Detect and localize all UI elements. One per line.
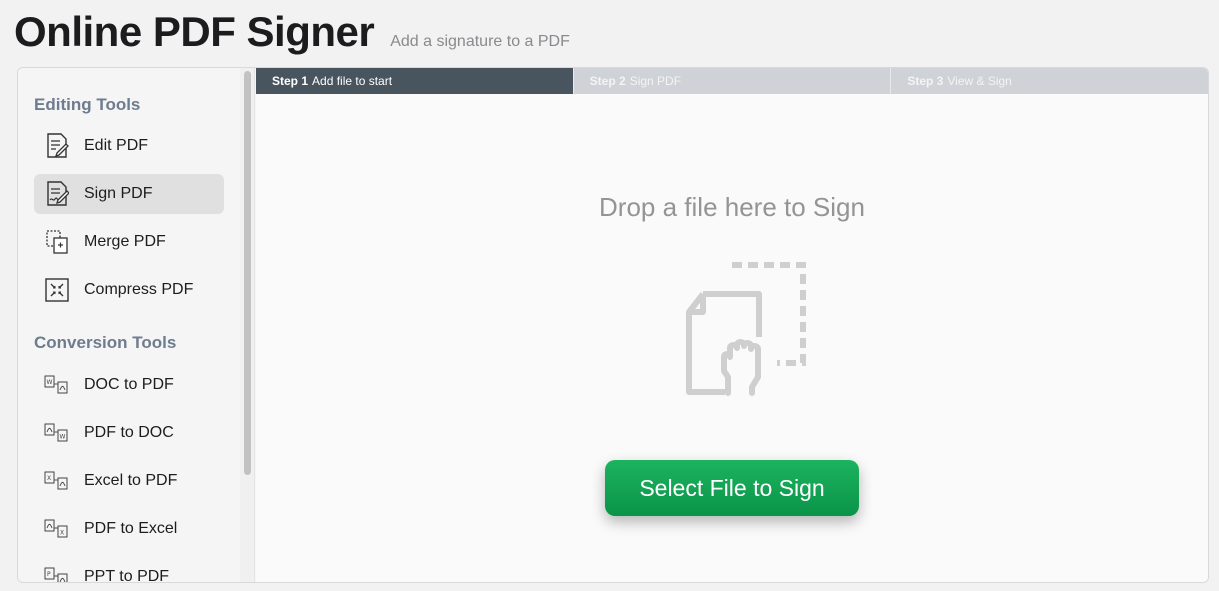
sidebar: Editing Tools Edit PDF Sign PDF Merge PD… [18, 68, 241, 582]
sidebar-scrollbar-thumb[interactable] [244, 71, 251, 475]
sidebar-item-label: PPT to PDF [84, 568, 170, 582]
compress-pdf-icon [44, 277, 70, 303]
step-3: Step 3 View & Sign [891, 68, 1208, 94]
sidebar-item-edit-pdf[interactable]: Edit PDF [34, 126, 224, 166]
step-progress-bar: Step 1 Add file to start Step 2 Sign PDF S… [256, 68, 1208, 94]
page-subtitle: Add a signature to a PDF [390, 33, 570, 50]
step-label: Sign PDF [629, 74, 682, 88]
page-header: Online PDF Signer Add a signature to a P… [14, 8, 570, 60]
sidebar-item-merge-pdf[interactable]: Merge PDF [34, 222, 224, 262]
svg-text:X: X [47, 475, 51, 482]
sidebar-item-sign-pdf[interactable]: Sign PDF [34, 174, 224, 214]
pdf-to-doc-icon: W [44, 420, 70, 446]
svg-text:W: W [60, 434, 66, 441]
tool-panel: Editing Tools Edit PDF Sign PDF Merge PD… [17, 67, 1209, 583]
sidebar-item-label: Merge PDF [84, 233, 166, 250]
file-drop-hand-icon [666, 258, 806, 403]
ppt-to-pdf-icon: P [44, 564, 70, 582]
sidebar-item-pdf-to-excel[interactable]: X PDF to Excel [34, 509, 224, 549]
excel-to-pdf-icon: X [44, 468, 70, 494]
doc-to-pdf-icon: W [44, 372, 70, 398]
sidebar-item-compress-pdf[interactable]: Compress PDF [34, 270, 224, 310]
step-1: Step 1 Add file to start [256, 68, 574, 94]
page-title: Online PDF Signer [14, 8, 375, 55]
sign-pdf-icon [44, 181, 70, 207]
svg-text:W: W [47, 379, 53, 386]
step-2: Step 2 Sign PDF [573, 68, 892, 94]
svg-text:P: P [47, 571, 51, 578]
sidebar-item-label: PDF to DOC [84, 424, 174, 441]
conversion-tools-title: Conversion Tools [34, 333, 177, 352]
step-label: Add file to start [312, 74, 393, 88]
dropzone-text: Drop a file here to Sign [599, 192, 865, 222]
sidebar-item-label: Compress PDF [84, 281, 194, 298]
sidebar-item-pdf-to-doc[interactable]: W PDF to DOC [34, 413, 224, 453]
sidebar-scrollbar[interactable] [240, 68, 255, 582]
main-content: Step 1 Add file to start Step 2 Sign PDF S… [256, 68, 1208, 582]
sidebar-item-excel-to-pdf[interactable]: X Excel to PDF [34, 461, 224, 501]
sidebar-item-ppt-to-pdf[interactable]: P PPT to PDF [34, 557, 224, 582]
sidebar-item-doc-to-pdf[interactable]: W DOC to PDF [34, 365, 224, 405]
edit-pdf-icon [44, 133, 70, 159]
step-number: Step 2 [589, 74, 626, 88]
svg-text:X: X [60, 530, 64, 537]
merge-pdf-icon [44, 229, 70, 255]
sidebar-item-label: Edit PDF [84, 137, 149, 154]
step-number: Step 3 [907, 74, 944, 88]
sidebar-item-label: PDF to Excel [84, 520, 178, 537]
sidebar-item-label: Excel to PDF [84, 472, 178, 489]
step-number: Step 1 [272, 74, 309, 88]
sidebar-item-label: DOC to PDF [84, 376, 174, 393]
editing-tools-title: Editing Tools [34, 95, 141, 114]
select-file-button[interactable]: Select File to Sign [605, 460, 859, 516]
pdf-to-excel-icon: X [44, 516, 70, 542]
sidebar-item-label: Sign PDF [84, 185, 153, 202]
step-label: View & Sign [947, 74, 1012, 88]
